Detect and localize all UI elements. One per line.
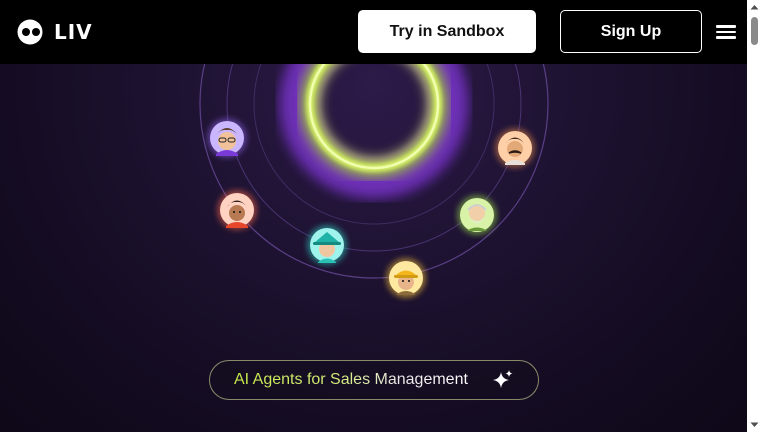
page: LIV Try in Sandbox Sign Up AI Agents for… bbox=[0, 0, 747, 432]
tagline-text: AI Agents for Sales Management bbox=[234, 371, 468, 388]
avatar-mustache bbox=[498, 131, 532, 165]
scroll-down-arrow-icon[interactable] bbox=[747, 418, 762, 432]
tagline-pill: AI Agents for Sales Management bbox=[209, 360, 539, 400]
hamburger-menu-icon[interactable] bbox=[714, 22, 738, 42]
sign-up-button[interactable]: Sign Up bbox=[560, 10, 702, 53]
sparkle-icon bbox=[493, 370, 513, 388]
vertical-scrollbar[interactable] bbox=[747, 0, 762, 432]
scroll-thumb[interactable] bbox=[751, 17, 758, 45]
logo[interactable]: LIV bbox=[16, 18, 93, 46]
scroll-up-arrow-icon[interactable] bbox=[747, 0, 762, 14]
top-navbar: LIV Try in Sandbox Sign Up bbox=[0, 0, 747, 64]
avatar-yellow-cap bbox=[389, 261, 423, 295]
logo-mark-icon bbox=[17, 19, 43, 45]
try-in-sandbox-button[interactable]: Try in Sandbox bbox=[358, 10, 536, 53]
avatar-green-beard bbox=[460, 198, 494, 232]
logo-text: LIV bbox=[54, 20, 93, 44]
